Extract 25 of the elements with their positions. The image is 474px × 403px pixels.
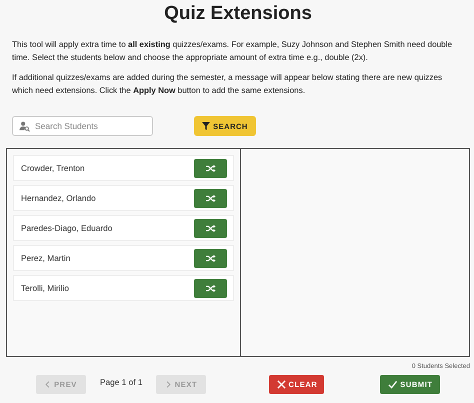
filter-icon	[202, 122, 210, 130]
student-name: Terolli, Mirilio	[21, 283, 69, 293]
shuffle-button[interactable]	[194, 278, 227, 298]
student-name: Perez, Martin	[21, 253, 70, 263]
page-title: Quiz Extensions	[163, 2, 313, 26]
chevron-left-icon	[45, 381, 50, 388]
check-icon	[388, 380, 398, 389]
close-icon	[276, 380, 286, 389]
chevron-right-icon	[166, 381, 171, 388]
description-text: This tool will apply extra time to all existing quizzes/exams. For example, Suzy Johnson and Stephen Smith need double time. Select the students below and choose the appropriate amount of extra time e.g., double (2x).	[12, 39, 454, 64]
shuffle-button[interactable]	[194, 158, 227, 178]
shuffle-icon	[206, 194, 216, 202]
student-name: Hernandez, Orlando	[21, 193, 96, 203]
shuffle-button[interactable]	[194, 218, 227, 238]
page-indicator: Page 1 of 1	[100, 376, 142, 386]
shuffle-icon	[206, 254, 216, 262]
shuffle-button[interactable]	[194, 248, 227, 268]
student-name: Paredes-Diago, Eduardo	[21, 223, 112, 233]
search-field[interactable]: Search Students	[12, 116, 153, 136]
shuffle-icon	[206, 224, 216, 232]
shuffle-icon	[206, 284, 216, 292]
description-text: If additional quizzes/exams are added during the semester, a message will appear below stating there are new quizzes which need extensions. Click the Apply Now button to add the same extensions.	[12, 72, 444, 97]
student-name: Crowder, Trenton	[21, 163, 85, 173]
shuffle-icon	[206, 164, 216, 172]
shuffle-button[interactable]	[194, 188, 227, 208]
